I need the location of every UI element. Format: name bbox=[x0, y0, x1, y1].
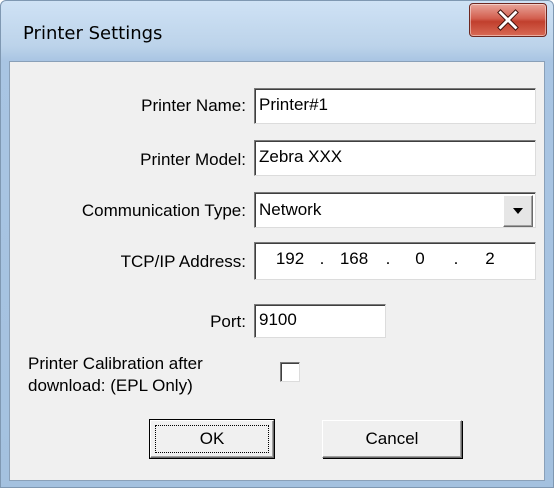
ip-separator: . bbox=[453, 249, 459, 268]
port-label: Port: bbox=[210, 312, 246, 331]
ip-octet-4[interactable]: 2 bbox=[465, 249, 515, 269]
ok-button-label: OK bbox=[199, 429, 225, 448]
chevron-down-icon bbox=[513, 208, 523, 214]
calibration-label-line1: Printer Calibration after bbox=[28, 354, 203, 373]
calibration-label-line2: download: (EPL Only) bbox=[28, 376, 193, 395]
ip-octet-2[interactable]: 168 bbox=[329, 249, 379, 269]
close-icon bbox=[497, 9, 519, 31]
ip-address-field[interactable]: 192 . 168 . 0 . 2 bbox=[254, 242, 536, 280]
ip-separator: . bbox=[319, 249, 325, 268]
printer-model-input[interactable]: Zebra XXX bbox=[254, 140, 536, 176]
tcp-ip-address-label: TCP/IP Address: bbox=[120, 252, 246, 271]
ip-separator: . bbox=[385, 249, 391, 268]
communication-type-select[interactable]: Network bbox=[254, 192, 536, 228]
port-input[interactable]: 9100 bbox=[254, 304, 386, 338]
communication-type-label: Communication Type: bbox=[81, 201, 246, 220]
printer-name-input[interactable]: Printer#1 bbox=[254, 88, 536, 124]
ip-octet-1[interactable]: 192 bbox=[265, 249, 315, 269]
dialog-client-area: Printer Name: Printer#1 Printer Model: Z… bbox=[9, 61, 545, 481]
close-button[interactable] bbox=[469, 3, 547, 37]
ok-button[interactable]: OK bbox=[149, 419, 275, 459]
printer-settings-dialog: Printer Settings Printer Name: Printer#1… bbox=[0, 0, 554, 488]
dropdown-button[interactable] bbox=[503, 195, 533, 227]
window-title: Printer Settings bbox=[23, 23, 163, 44]
title-bar[interactable]: Printer Settings bbox=[1, 1, 553, 61]
ip-octet-3[interactable]: 0 bbox=[395, 249, 445, 269]
printer-name-label: Printer Name: bbox=[141, 96, 246, 115]
cancel-button-label: Cancel bbox=[365, 429, 419, 448]
cancel-button[interactable]: Cancel bbox=[322, 420, 462, 458]
printer-model-label: Printer Model: bbox=[140, 150, 246, 169]
calibration-checkbox[interactable] bbox=[280, 362, 300, 382]
communication-type-value: Network bbox=[259, 200, 322, 219]
